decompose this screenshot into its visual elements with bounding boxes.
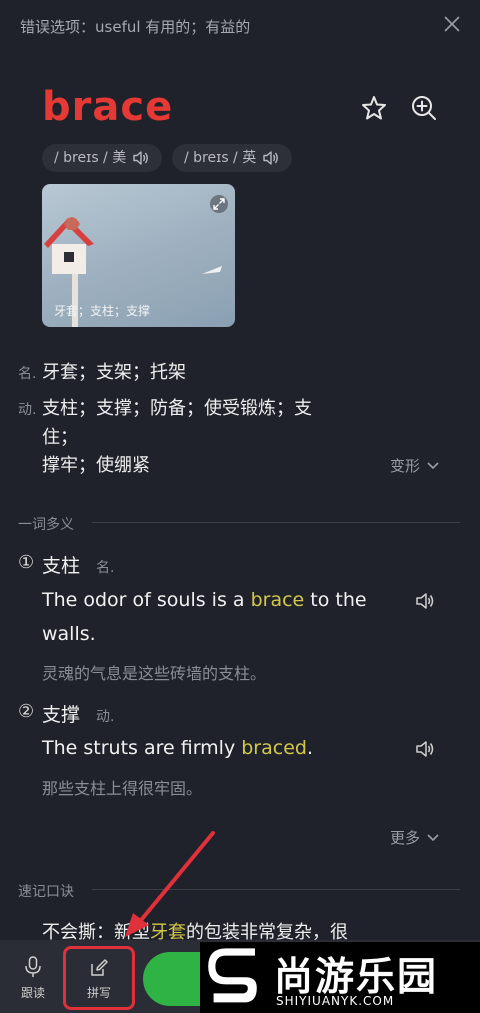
edit-icon <box>91 959 108 976</box>
sense-2-example-zh: 那些支柱上得很牢固。 <box>42 779 203 798</box>
example-highlight: brace <box>250 589 305 611</box>
watermark-url: SHIYIUANYK.COM <box>276 994 395 1008</box>
spell-label: 拼写 <box>86 986 111 1000</box>
chevron-down-icon <box>427 833 439 841</box>
sense-1-example-en-line2: walls. <box>42 623 96 645</box>
sense-1-pos: 名. <box>96 560 115 576</box>
sense-2-example-en: The struts are firmly braced. <box>42 731 313 765</box>
close-icon[interactable] <box>442 14 462 34</box>
sense-2-pos: 动. <box>96 709 115 725</box>
definition-noun: 牙套；支架；托架 <box>42 362 186 383</box>
error-option-prefix: 错误选项： <box>20 18 96 36</box>
mnemonic-title: 速记口诀 <box>18 884 74 900</box>
phonetic-uk-button[interactable]: / breɪs / 英 <box>172 144 293 172</box>
definition-verb-line3: 撑牢；使绷紧 <box>42 455 150 476</box>
forms-label: 变形 <box>390 457 421 475</box>
headword: brace <box>42 84 174 130</box>
polysemy-title: 一词多义 <box>18 517 74 533</box>
phonetic-us-text: / breɪs / 美 <box>54 150 127 166</box>
sense-1-number: ① <box>18 552 35 573</box>
sense-1-example-en: The odor of souls is a brace to the <box>42 583 367 617</box>
more-senses-toggle[interactable]: 更多 <box>390 827 440 848</box>
star-icon[interactable] <box>360 94 388 122</box>
speaker-icon <box>263 151 279 165</box>
forms-toggle[interactable]: 变形 <box>390 455 440 476</box>
microphone-icon <box>25 956 41 977</box>
sense-1-example-zh: 灵魂的气息是这些砖墙的支柱。 <box>42 664 267 683</box>
example-highlight: braced <box>241 737 307 759</box>
definition-verb-line1: 支柱；支撑；防备；使受锻炼；支 <box>42 398 312 419</box>
phonetic-us-button[interactable]: / breɪs / 美 <box>42 144 163 172</box>
error-option-header: 错误选项：useful 有用的；有益的 <box>20 16 250 37</box>
image-caption: 牙套；支柱；支撑 <box>54 304 151 318</box>
zoom-in-icon[interactable] <box>410 94 438 122</box>
read-along-button[interactable]: 跟读 <box>14 956 52 1001</box>
word-illustration[interactable]: 牙套；支柱；支撑 <box>42 184 235 327</box>
speaker-icon[interactable] <box>414 738 436 760</box>
expand-icon[interactable] <box>209 194 229 214</box>
example-text: . <box>306 737 314 759</box>
watermark: 尚游乐园 SHIYIUANYK.COM <box>200 942 480 1013</box>
annotation-arrow <box>125 831 215 937</box>
spell-button[interactable]: 拼写 <box>63 946 135 1010</box>
definition-verb-line2: 住； <box>42 427 78 448</box>
pos-verb: 动. <box>18 402 37 418</box>
read-along-label: 跟读 <box>20 986 45 1000</box>
sense-2-number: ② <box>18 701 35 722</box>
example-text: to the <box>304 589 367 611</box>
example-text: The struts are firmly <box>42 737 242 759</box>
chevron-down-icon <box>427 461 439 469</box>
sense-2-word: 支撑 <box>42 704 81 726</box>
example-text: The odor of souls is a <box>42 589 251 611</box>
watermark-logo-s-icon <box>208 948 257 1003</box>
section-divider <box>92 522 460 523</box>
sense-1-word: 支柱 <box>42 555 81 577</box>
pos-noun: 名. <box>18 366 37 382</box>
speaker-icon[interactable] <box>414 590 436 612</box>
phonetic-uk-text: / breɪs / 英 <box>184 150 257 166</box>
speaker-icon <box>133 151 149 165</box>
more-label: 更多 <box>390 829 421 847</box>
error-option-text: useful 有用的；有益的 <box>95 18 251 36</box>
